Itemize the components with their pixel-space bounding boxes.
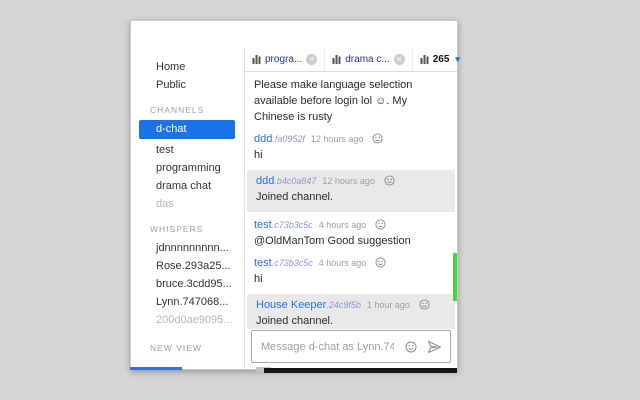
sidebar-item-drama-chat[interactable]: drama chat (131, 177, 244, 195)
message: Please make language selection available… (245, 74, 457, 129)
member-count-dropdown[interactable]: 265 ▾ (413, 48, 467, 71)
message-text: Joined channel. (256, 314, 334, 327)
d-chat-popup-window: Home Public CHANNELS d-chat test program… (130, 20, 460, 370)
sidebar-item-das[interactable]: das (131, 195, 244, 213)
channels-header: CHANNELS (150, 105, 205, 115)
add-reaction-icon[interactable] (384, 175, 395, 186)
message-text: @OldManTom Good suggestion (254, 234, 411, 247)
channel-icon (332, 55, 341, 64)
scrollbar-thumb[interactable] (453, 253, 457, 301)
message: test .c73b3c5c 4 hours ago @OldManTom Goo… (245, 215, 457, 253)
timestamp: 4 hours ago (318, 257, 367, 268)
message-input[interactable] (261, 340, 394, 353)
sidebar-whisper-jdn[interactable]: jdnnnnnnnnn... (131, 239, 244, 257)
tab-label: drama c... (345, 54, 390, 65)
username[interactable]: ddd (256, 175, 274, 187)
sidebar: Home Public CHANNELS d-chat test program… (131, 48, 245, 369)
add-reaction-icon[interactable] (419, 299, 430, 310)
tab-programming[interactable]: progra... × (245, 48, 326, 71)
member-count: 265 (432, 54, 450, 65)
emoji-picker-icon[interactable] (405, 341, 417, 353)
timestamp: 12 hours ago (322, 175, 375, 186)
send-icon[interactable] (428, 340, 441, 353)
username[interactable]: test (254, 257, 272, 269)
timestamp: 1 hour ago (366, 299, 410, 310)
chevron-down-icon: ▾ (455, 54, 460, 64)
joined-message: ddd .b4c0a847 12 hours ago Joined channel… (247, 169, 455, 212)
tab-bar: progra... × drama c... × 265 ▾ (245, 48, 460, 72)
window-top-spacer (131, 21, 457, 48)
message-text: hi (254, 272, 263, 285)
sidebar-item-programming[interactable]: programming (131, 159, 244, 177)
timestamp: 12 hours ago (310, 133, 364, 144)
sidebar-item-test[interactable]: test (131, 141, 244, 159)
message-text: Please make language selection available… (254, 79, 413, 123)
message-text: Joined channel. (256, 190, 334, 203)
username-suffix: .b4c0a847 (274, 175, 317, 186)
close-icon[interactable]: × (306, 54, 318, 65)
username-suffix: .c73b3c5c (271, 219, 313, 230)
message-text: hi (254, 148, 263, 161)
sidebar-item-public[interactable]: Public (131, 76, 244, 94)
timestamp: 4 hours ago (318, 219, 367, 230)
username[interactable]: House Keeper (256, 299, 326, 311)
message: test .c73b3c5c 4 hours ago hi (245, 253, 457, 291)
add-reaction-icon[interactable] (372, 133, 383, 144)
new-view-button[interactable]: NEW VIEW (150, 343, 202, 353)
bottom-left-blue-line (130, 367, 182, 370)
username-suffix: .fa0952f (272, 133, 305, 144)
username-suffix: .c73b3c5c (271, 257, 313, 268)
chat-panel: progra... × drama c... × 265 ▾ Please ma… (245, 48, 460, 369)
joined-message: House Keeper .24c9f5b 1 hour ago Joined c… (247, 293, 455, 329)
close-icon[interactable]: × (393, 54, 405, 65)
username[interactable]: test (254, 219, 272, 231)
sidebar-item-d-chat[interactable]: d-chat (139, 120, 235, 139)
username-suffix: .24c9f5b (326, 299, 361, 310)
bottom-window-edge (264, 368, 457, 373)
sidebar-whisper-lynn[interactable]: Lynn.747068... (131, 293, 244, 311)
sidebar-whisper-rose[interactable]: Rose.293a25... (131, 257, 244, 275)
username[interactable]: ddd (254, 133, 272, 145)
whispers-header: WHISPERS (150, 224, 204, 234)
sidebar-whisper-bruce[interactable]: bruce.3cdd95... (131, 275, 244, 293)
message-composer (251, 330, 451, 363)
sidebar-item-home[interactable]: Home (131, 58, 244, 76)
message-list[interactable]: Please make language selection available… (245, 72, 457, 329)
tab-drama-chat[interactable]: drama c... × (325, 48, 413, 71)
sidebar-whisper-200d[interactable]: 200d0ae9095... (131, 311, 244, 329)
channel-icon (252, 55, 261, 64)
message: ddd .fa0952f 12 hours ago hi (245, 129, 457, 167)
members-icon (420, 55, 429, 64)
add-reaction-icon[interactable] (375, 257, 386, 268)
tab-label: progra... (265, 54, 303, 65)
add-reaction-icon[interactable] (375, 219, 386, 230)
